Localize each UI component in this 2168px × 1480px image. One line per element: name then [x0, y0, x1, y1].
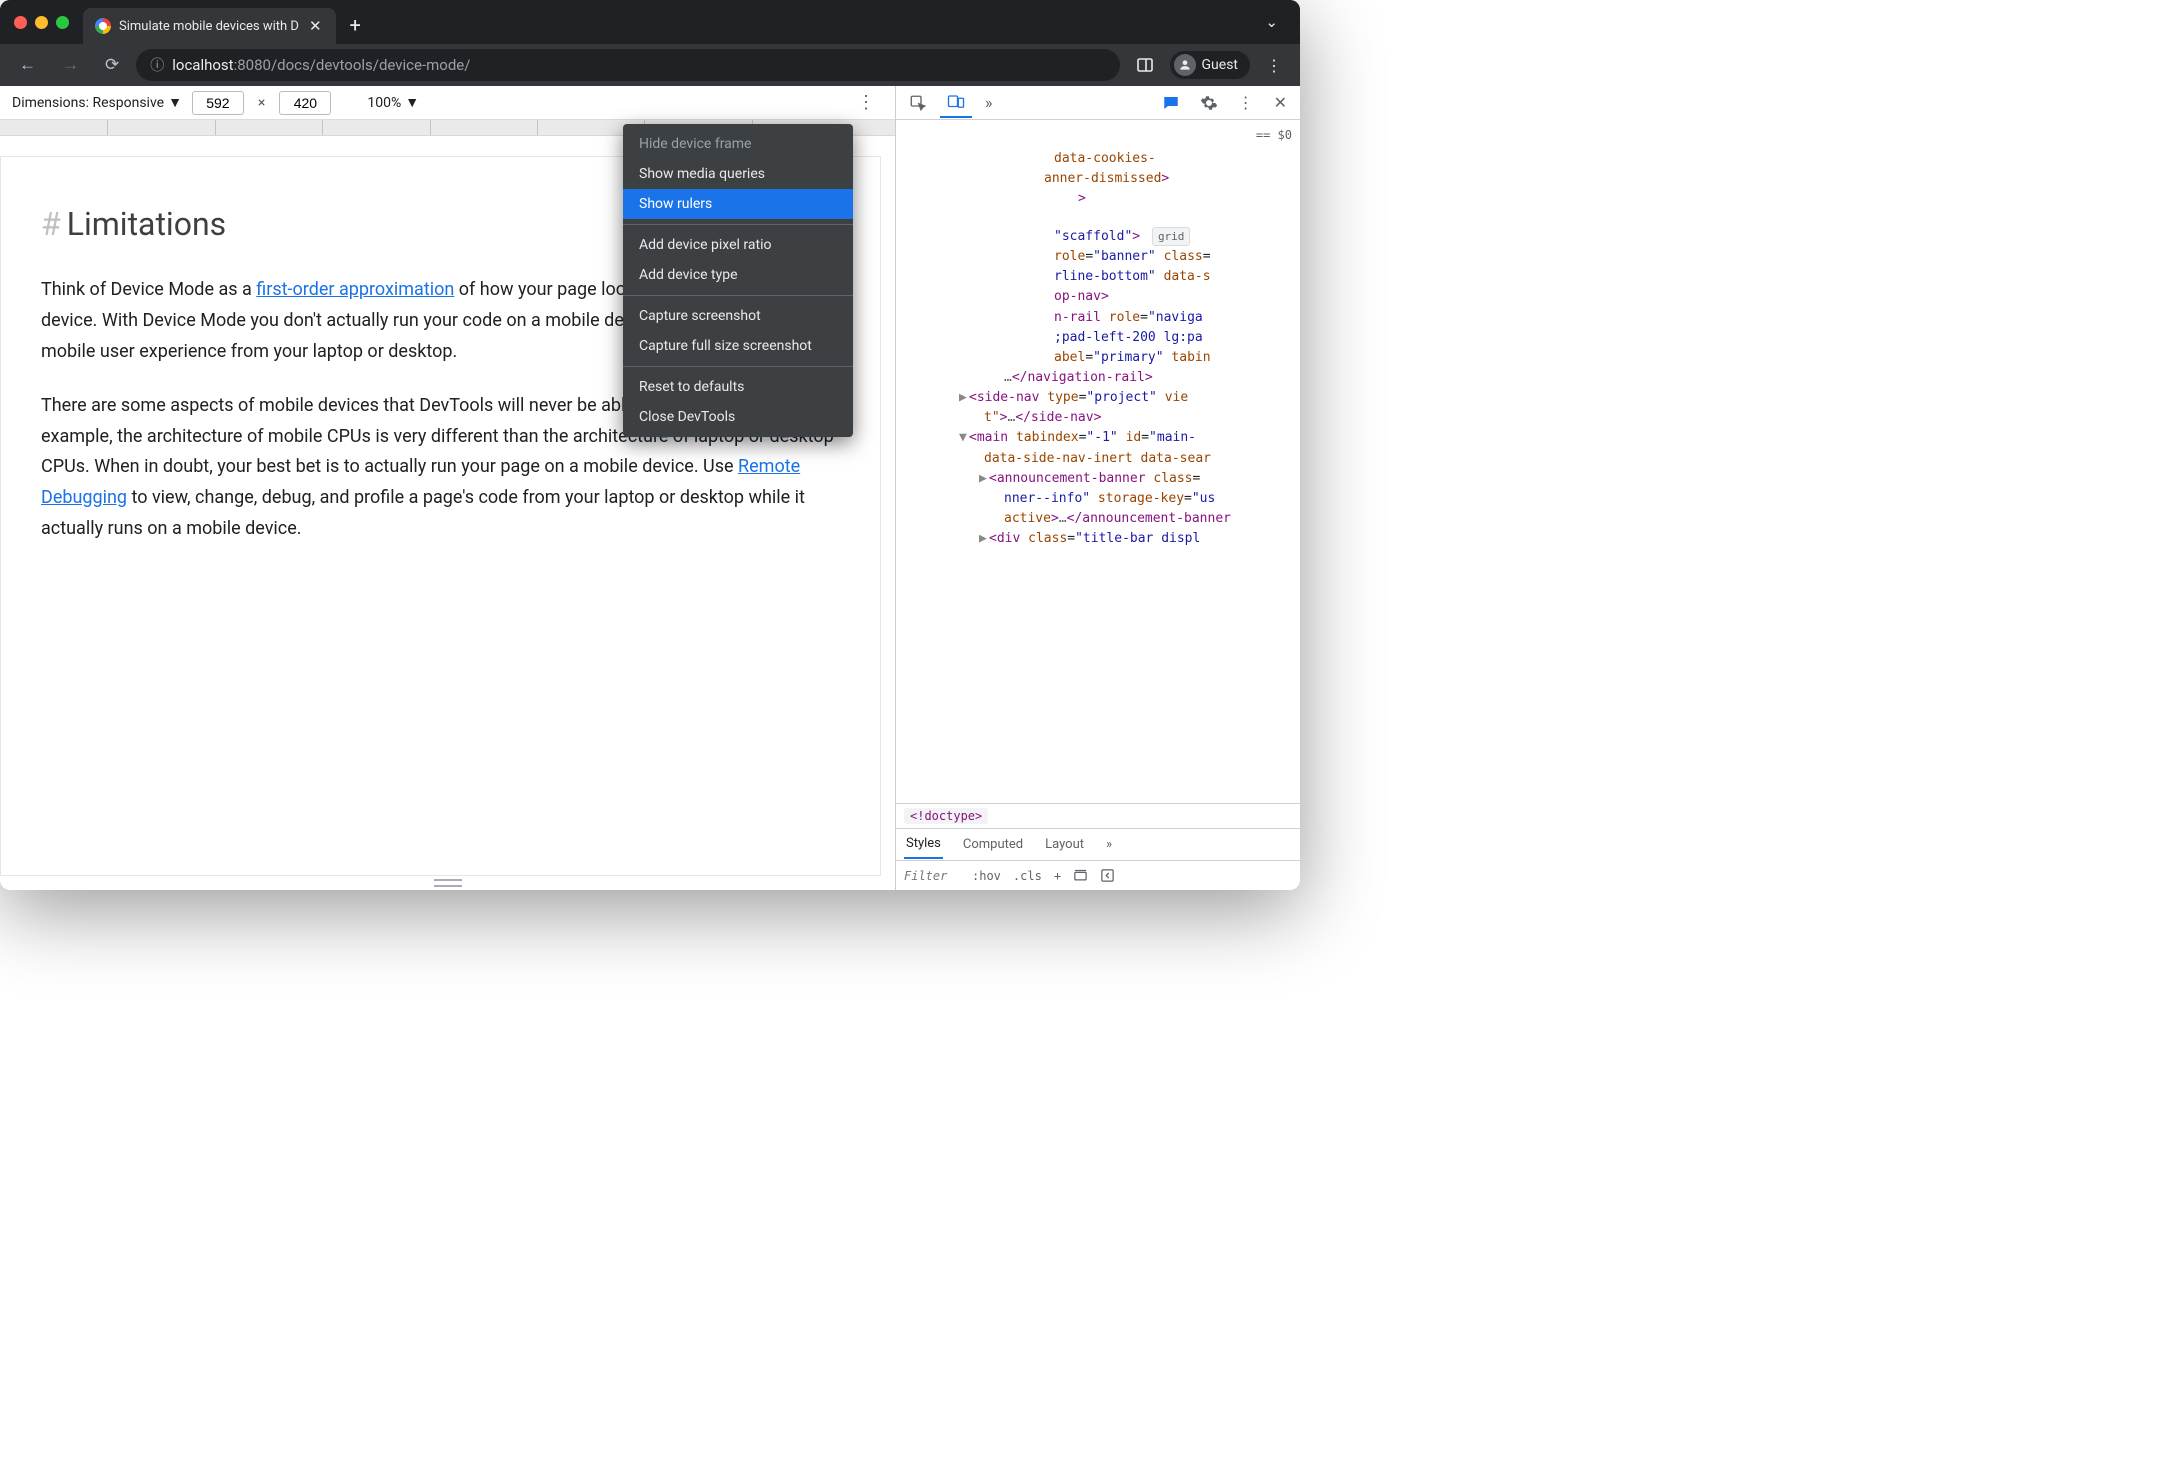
chrome-menu-button[interactable]: ⋮	[1258, 50, 1290, 81]
grid-badge[interactable]: grid	[1152, 227, 1191, 246]
back-button[interactable]: ←	[10, 49, 45, 81]
menu-add-device-pixel-ratio[interactable]: Add device pixel ratio	[623, 230, 853, 260]
computed-styles-sidebar-button[interactable]	[1073, 868, 1088, 883]
side-panel-button[interactable]	[1128, 50, 1162, 80]
chrome-favicon-icon	[95, 18, 111, 34]
dimensions-dropdown[interactable]: Dimensions: Responsive ▼	[12, 94, 182, 111]
devtools-more-button[interactable]: ⋮	[1231, 88, 1261, 117]
toggle-cls-button[interactable]: .cls	[1013, 869, 1042, 883]
url-host: localhost	[172, 56, 233, 74]
height-input[interactable]	[279, 91, 331, 115]
computed-tab[interactable]: Computed	[961, 831, 1025, 858]
dropdown-caret-icon: ▼	[405, 94, 419, 111]
address-bar[interactable]: ⓘ localhost:8080/docs/devtools/device-mo…	[136, 49, 1119, 81]
avatar-icon	[1174, 54, 1196, 76]
styles-toolbar: :hov .cls +	[896, 860, 1300, 890]
devtools-settings-button[interactable]	[1193, 89, 1225, 117]
menu-show-media-queries[interactable]: Show media queries	[623, 159, 853, 189]
first-order-approximation-link[interactable]: first-order approximation	[256, 279, 454, 300]
close-window-button[interactable]	[14, 16, 27, 29]
new-style-rule-button[interactable]: +	[1054, 869, 1061, 883]
device-options-menu: Hide device frame Show media queries Sho…	[623, 124, 853, 437]
close-tab-button[interactable]: ✕	[307, 15, 324, 37]
menu-reset-to-defaults[interactable]: Reset to defaults	[623, 372, 853, 402]
selected-element-ref: == $0	[904, 126, 1300, 145]
tab-strip: Simulate mobile devices with D ✕ + ⌄	[0, 0, 1300, 44]
toggle-device-toolbar-button[interactable]	[940, 88, 972, 118]
breadcrumb-doctype[interactable]: <!doctype>	[904, 808, 988, 824]
devtools-tabs-overflow[interactable]: »	[978, 88, 1000, 117]
profile-label: Guest	[1202, 57, 1238, 73]
zoom-dropdown[interactable]: 100% ▼	[367, 94, 419, 111]
browser-tab[interactable]: Simulate mobile devices with D ✕	[83, 8, 336, 44]
menu-capture-screenshot[interactable]: Capture screenshot	[623, 301, 853, 331]
menu-capture-full-screenshot[interactable]: Capture full size screenshot	[623, 331, 853, 361]
devtools-pane: » ⋮ ✕ == $0 data-cookies- anner-dismisse…	[895, 86, 1300, 890]
menu-add-device-type[interactable]: Add device type	[623, 260, 853, 290]
layout-tab[interactable]: Layout	[1043, 831, 1086, 858]
feedback-button[interactable]	[1155, 89, 1187, 117]
dimensions-label: Dimensions: Responsive	[12, 95, 164, 111]
minimize-window-button[interactable]	[35, 16, 48, 29]
inspect-element-button[interactable]	[902, 89, 934, 117]
dimension-separator: ×	[254, 95, 269, 111]
styles-tabs-overflow[interactable]: »	[1104, 831, 1114, 858]
zoom-label: 100%	[367, 95, 401, 111]
profile-button[interactable]: Guest	[1170, 51, 1250, 79]
styles-filter-input[interactable]	[904, 869, 960, 883]
menu-show-rulers[interactable]: Show rulers	[623, 189, 853, 219]
heading-text: Limitations	[67, 205, 226, 243]
resize-handle-bottom[interactable]	[0, 876, 895, 890]
new-tab-button[interactable]: +	[336, 13, 375, 37]
forward-button[interactable]: →	[53, 49, 88, 81]
toggle-rendering-panel-button[interactable]	[1100, 868, 1115, 883]
tab-overflow-button[interactable]: ⌄	[1253, 13, 1290, 31]
dropdown-caret-icon: ▼	[168, 94, 182, 111]
hash-icon: #	[41, 205, 61, 243]
device-toolbar: Dimensions: Responsive ▼ × 100% ▼ ⋮	[0, 86, 895, 120]
url-port: :8080	[234, 56, 271, 74]
menu-separator	[623, 366, 853, 367]
menu-separator	[623, 224, 853, 225]
reload-button[interactable]: ⟳	[96, 49, 128, 81]
toolbar: ← → ⟳ ⓘ localhost:8080/docs/devtools/dev…	[0, 44, 1300, 86]
maximize-window-button[interactable]	[56, 16, 69, 29]
elements-panel[interactable]: == $0 data-cookies- anner-dismissed> > "…	[896, 120, 1300, 803]
chrome-window: Simulate mobile devices with D ✕ + ⌄ ← →…	[0, 0, 1300, 890]
menu-separator	[623, 295, 853, 296]
traffic-lights	[10, 16, 69, 29]
content-row: Dimensions: Responsive ▼ × 100% ▼ ⋮ Hide…	[0, 86, 1300, 890]
styles-tab[interactable]: Styles	[904, 830, 943, 859]
width-input[interactable]	[192, 91, 244, 115]
devtools-toolbar: » ⋮ ✕	[896, 86, 1300, 120]
menu-hide-device-frame[interactable]: Hide device frame	[623, 129, 853, 159]
device-mode-pane: Dimensions: Responsive ▼ × 100% ▼ ⋮ Hide…	[0, 86, 895, 890]
tab-title: Simulate mobile devices with D	[119, 19, 299, 34]
device-toolbar-more-button[interactable]: ⋮	[849, 88, 883, 117]
site-info-icon[interactable]: ⓘ	[150, 55, 164, 75]
styles-tabs: Styles Computed Layout »	[896, 828, 1300, 860]
resize-handle-corner[interactable]: ◢	[877, 855, 881, 876]
toggle-hov-button[interactable]: :hov	[972, 869, 1001, 883]
breadcrumb-bar[interactable]: <!doctype>	[896, 803, 1300, 828]
devtools-close-button[interactable]: ✕	[1267, 88, 1294, 117]
menu-close-devtools[interactable]: Close DevTools	[623, 402, 853, 432]
url-path: /docs/devtools/device-mode/	[271, 56, 471, 74]
